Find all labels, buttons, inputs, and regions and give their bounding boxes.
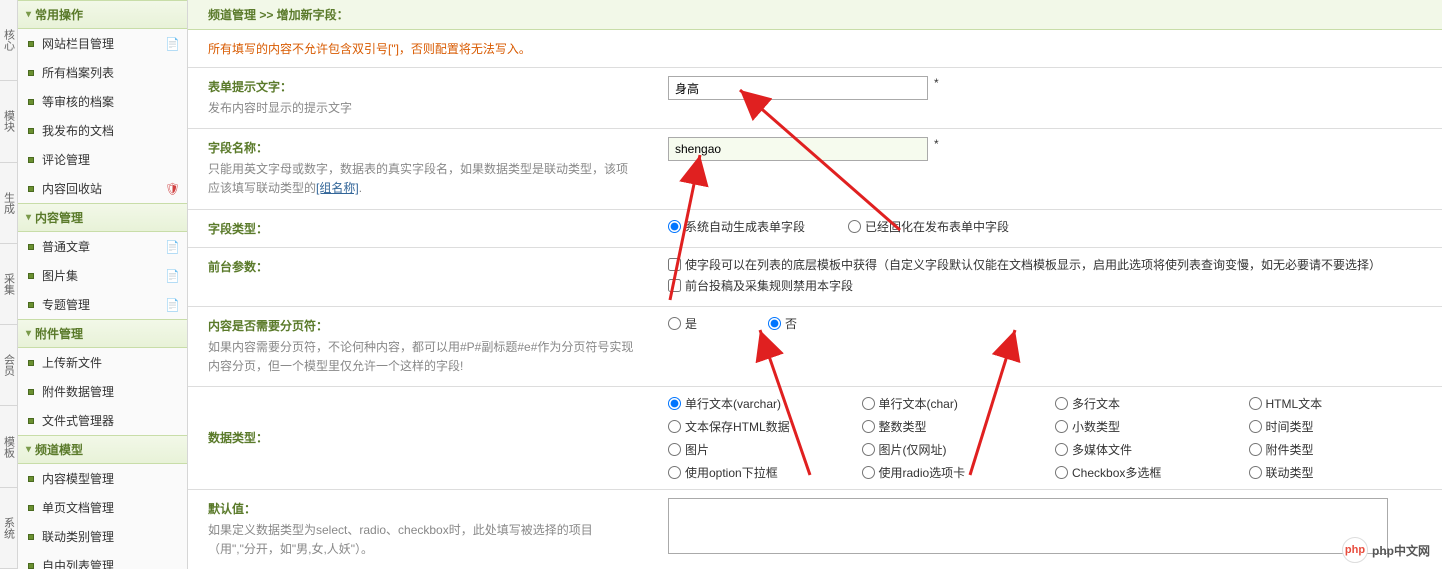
dtype-label: 数据类型： <box>208 429 268 446</box>
dtype-checkbox-radio[interactable] <box>1055 466 1068 479</box>
menu-content-model[interactable]: 内容模型管理 <box>18 464 187 493</box>
dtype-varchar-radio[interactable] <box>668 397 681 410</box>
menu-attach-data[interactable]: 附件数据管理 <box>18 377 187 406</box>
vtab-system[interactable]: 系统 <box>0 488 17 569</box>
required-star: * <box>934 137 939 151</box>
vtab-template[interactable]: 模板 <box>0 406 17 487</box>
sidebar-vertical-tabs: 核心 模块 生成 采集 会员 模板 系统 <box>0 0 18 569</box>
group-name-link[interactable]: [组名称] <box>316 181 359 195</box>
tip-input[interactable] <box>668 76 928 100</box>
front-label: 前台参数： <box>208 258 638 275</box>
warning-text: 所有填写的内容不允许包含双引号["]，否则配置将无法写入。 <box>188 30 1442 67</box>
required-star: * <box>934 76 939 90</box>
chevron-down-icon: ▾ <box>26 444 31 455</box>
chevron-down-icon: ▾ <box>26 9 31 20</box>
dtype-imgurl-radio[interactable] <box>862 443 875 456</box>
chevron-down-icon: ▾ <box>26 328 31 339</box>
dtype-htmldata-radio[interactable] <box>668 420 681 433</box>
php-logo-icon: php <box>1342 537 1368 563</box>
dtype-time-radio[interactable] <box>1249 420 1262 433</box>
menu-pending-archives[interactable]: 等审核的档案 <box>18 87 187 116</box>
dtype-int-radio[interactable] <box>862 420 875 433</box>
type-auto-radio[interactable] <box>668 220 681 233</box>
dtype-multitext-radio[interactable] <box>1055 397 1068 410</box>
page-icon: 📄 <box>165 240 179 254</box>
menu-recycle[interactable]: 内容回收站🛡 <box>18 174 187 203</box>
default-textarea[interactable] <box>668 498 1388 554</box>
front-list-checkbox[interactable] <box>668 258 681 271</box>
default-desc: 如果定义数据类型为select、radio、checkbox时，此处填写被选择的… <box>208 521 638 559</box>
menu-article[interactable]: 普通文章📄 <box>18 232 187 261</box>
dtype-char-radio[interactable] <box>862 397 875 410</box>
sidebar: ▾常用操作 网站栏目管理📄 所有档案列表 等审核的档案 我发布的文档 评论管理 … <box>18 0 188 569</box>
menu-site-columns[interactable]: 网站栏目管理📄 <box>18 29 187 58</box>
default-label: 默认值： <box>208 500 638 517</box>
menu-my-docs[interactable]: 我发布的文档 <box>18 116 187 145</box>
section-channel-model[interactable]: ▾频道模型 <box>18 435 187 464</box>
dtype-html-radio[interactable] <box>1249 397 1262 410</box>
section-content[interactable]: ▾内容管理 <box>18 203 187 232</box>
menu-image-set[interactable]: 图片集📄 <box>18 261 187 290</box>
page-yes-radio[interactable] <box>668 317 681 330</box>
main-content: 频道管理 >> 增加新字段： 所有填写的内容不允许包含双引号["]，否则配置将无… <box>188 0 1442 569</box>
menu-file-manager[interactable]: 文件式管理器 <box>18 406 187 435</box>
menu-linkage[interactable]: 联动类别管理 <box>18 522 187 551</box>
name-desc: 只能用英文字母或数字，数据表的真实字段名，如果数据类型是联动类型，该项应该填写联… <box>208 160 638 198</box>
type-fixed-label: 已经固化在发布表单中字段 <box>865 218 1009 235</box>
watermark: php php中文网 <box>1342 537 1430 563</box>
data-type-grid: 单行文本(varchar) 单行文本(char) 多行文本 HTML文本 文本保… <box>668 395 1432 481</box>
menu-single-page[interactable]: 单页文档管理 <box>18 493 187 522</box>
menu-comments[interactable]: 评论管理 <box>18 145 187 174</box>
dtype-linkage-radio[interactable] <box>1249 466 1262 479</box>
tip-label: 表单提示文字： <box>208 78 638 95</box>
menu-free-list[interactable]: 自由列表管理 <box>18 551 187 569</box>
dtype-media-radio[interactable] <box>1055 443 1068 456</box>
dtype-float-radio[interactable] <box>1055 420 1068 433</box>
page-desc: 如果内容需要分页符，不论何种内容，都可以用#P#副标题#e#作为分页符号实现内容… <box>208 338 638 376</box>
vtab-module[interactable]: 模块 <box>0 81 17 162</box>
vtab-core[interactable]: 核心 <box>0 0 17 81</box>
menu-special[interactable]: 专题管理📄 <box>18 290 187 319</box>
dtype-img-radio[interactable] <box>668 443 681 456</box>
shield-icon: 🛡 <box>165 182 179 196</box>
page-no-label: 否 <box>785 315 797 332</box>
vtab-collect[interactable]: 采集 <box>0 244 17 325</box>
vtab-member[interactable]: 会员 <box>0 325 17 406</box>
menu-upload[interactable]: 上传新文件 <box>18 348 187 377</box>
front-list-label: 使字段可以在列表的底层模板中获得（自定义字段默认仅能在文档模板显示，启用此选项将… <box>685 256 1381 273</box>
page-icon: 📄 <box>165 298 179 312</box>
dtype-radio-radio[interactable] <box>862 466 875 479</box>
menu-all-archives[interactable]: 所有档案列表 <box>18 58 187 87</box>
front-disable-checkbox[interactable] <box>668 279 681 292</box>
chevron-down-icon: ▾ <box>26 212 31 223</box>
dtype-attach-radio[interactable] <box>1249 443 1262 456</box>
name-label: 字段名称： <box>208 139 638 156</box>
page-icon: 📄 <box>165 37 179 51</box>
page-icon: 📄 <box>165 269 179 283</box>
page-no-radio[interactable] <box>768 317 781 330</box>
type-label: 字段类型： <box>208 220 638 237</box>
name-input[interactable] <box>668 137 928 161</box>
page-label: 内容是否需要分页符： <box>208 317 638 334</box>
front-disable-label: 前台投稿及采集规则禁用本字段 <box>685 277 853 294</box>
dtype-option-radio[interactable] <box>668 466 681 479</box>
vtab-generate[interactable]: 生成 <box>0 163 17 244</box>
type-auto-label: 系统自动生成表单字段 <box>685 218 805 235</box>
section-common[interactable]: ▾常用操作 <box>18 0 187 29</box>
type-fixed-radio[interactable] <box>848 220 861 233</box>
breadcrumb: 频道管理 >> 增加新字段： <box>188 0 1442 30</box>
tip-desc: 发布内容时显示的提示文字 <box>208 99 638 118</box>
section-attachment[interactable]: ▾附件管理 <box>18 319 187 348</box>
page-yes-label: 是 <box>685 315 697 332</box>
